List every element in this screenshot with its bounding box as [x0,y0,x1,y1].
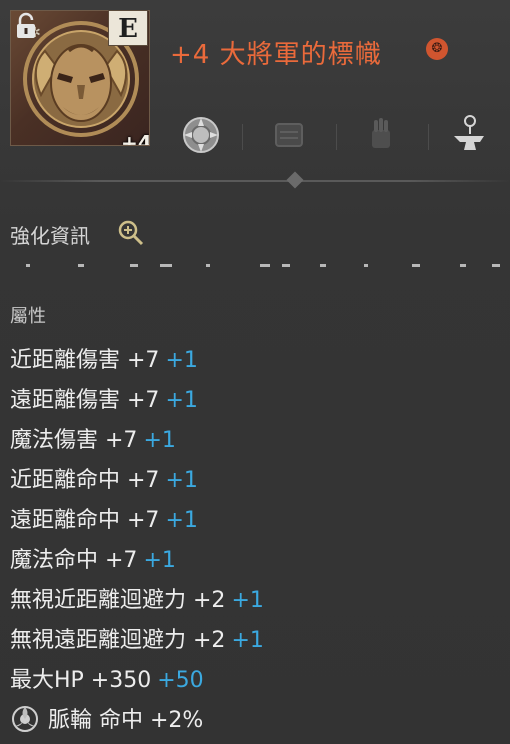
attributes-heading: 屬性 [10,306,46,327]
attribute-name: 魔法命中 +7 [10,548,138,573]
attribute-name: 無視遠距離迴避力 +2 [10,628,226,653]
attribute-row: 最大HP +350 +50 [10,662,204,694]
attribute-name: 無視近距離迴避力 +2 [10,588,226,613]
enhance-level-badge: +4 [121,131,150,146]
attribute-row: 遠距離傷害 +7 +1 [10,382,198,414]
header-divider [0,180,510,182]
attribute-row: 遠距離命中 +7 +1 [10,502,198,534]
attribute-row: 無視遠距離迴避力 +2 +1 [10,622,264,654]
attribute-bonus: +1 [165,348,198,373]
hand-rune-icon[interactable] [358,112,404,158]
crystal-emblem-icon[interactable] [178,112,224,158]
attribute-row: 近距離命中 +7 +1 [10,462,198,494]
attribute-bonus: +1 [231,628,264,653]
attribute-row: 近距離傷害 +7 +1 [10,342,198,374]
attribute-row: 魔法傷害 +7 +1 [10,422,176,454]
item-tooltip-panel: ✲ +4 E +4 大將軍的標幟 ❂ [0,0,510,744]
attribute-row: 無視近距離迴避力 +2 +1 [10,582,264,614]
attribute-bonus: +1 [143,548,176,573]
anvil-icon[interactable] [446,112,492,158]
item-action-row [176,112,496,166]
lock-icon[interactable] [11,11,41,41]
attribute-bonus: +1 [165,468,198,493]
attribute-name: 近距離命中 +7 [10,468,160,493]
attribute-row: 魔法命中 +7 +1 [10,542,176,574]
attribute-bonus: +1 [165,508,198,533]
attribute-bonus: +50 [157,668,204,693]
magnify-plus-icon[interactable] [116,218,146,248]
attribute-name: 遠距離命中 +7 [10,508,160,533]
enhance-info-label: 強化資訊 [10,224,90,248]
pulse-wheel-icon [12,706,38,732]
item-title: +4 大將軍的標幟 [170,40,382,70]
enhance-info-dots [20,264,500,272]
grade-badge: E [108,10,148,46]
attribute-bonus: +1 [231,588,264,613]
divider-ornament [286,171,304,189]
attribute-name: 魔法傷害 +7 [10,428,138,453]
attribute-name: 最大HP +350 [10,668,152,693]
attribute-bonus: +1 [165,388,198,413]
scroll-icon[interactable] [266,112,312,158]
attribute-bonus: +1 [143,428,176,453]
attribute-name: 近距離傷害 +7 [10,348,160,373]
pulse-attribute: 脈輪 命中 +2% [48,708,204,733]
title-mark-icon: ❂ [426,38,448,60]
attribute-name: 遠距離傷害 +7 [10,388,160,413]
